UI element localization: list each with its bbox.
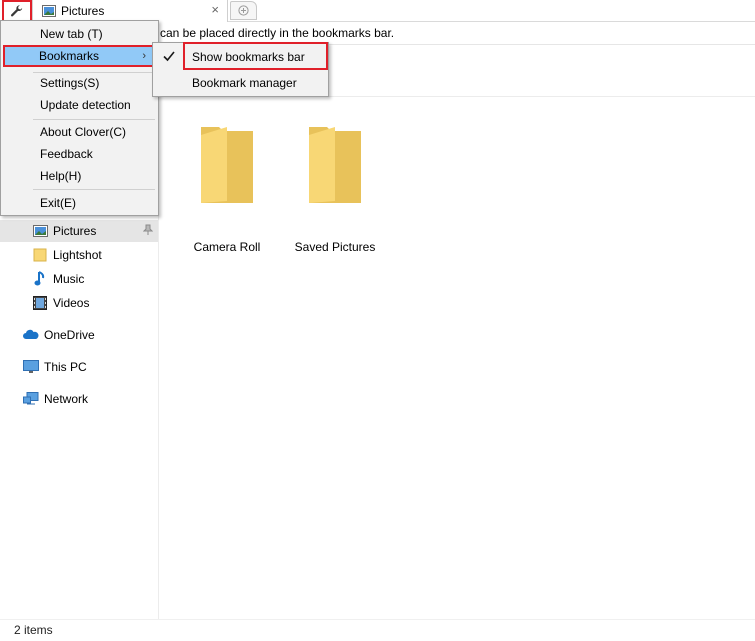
main-menu-button[interactable] [2,0,32,22]
bookmarks-hint-text: can be placed directly in the bookmarks … [160,26,395,40]
wrench-icon [10,5,23,17]
menu-item-about[interactable]: About Clover(C) [4,121,155,143]
nav-item-label: Lightshot [53,248,102,262]
submenu-arrow-icon: › [142,50,146,62]
menu-item-label: New tab (T) [40,27,103,41]
menu-separator [33,189,155,190]
submenu-item-label: Bookmark manager [192,76,297,90]
nav-item-pictures[interactable]: Pictures [0,220,158,242]
plus-circle-icon [238,5,249,16]
submenu-item-bookmark-manager[interactable]: Bookmark manager [155,72,327,94]
menu-item-update-detection[interactable]: Update detection [4,94,155,116]
folder-label: Camera Roll [193,240,261,254]
nav-item-label: Pictures [53,224,97,238]
menu-item-label: Update detection [40,98,131,112]
menu-item-label: Help(H) [40,169,82,183]
network-icon [23,391,39,407]
nav-item-music[interactable]: Music [32,268,84,290]
folder-item-saved-pictures[interactable]: Saved Pictures [280,125,390,260]
pictures-folder-icon [42,5,56,20]
menu-item-exit[interactable]: Exit(E) [4,192,155,214]
folder-icon [309,127,361,203]
nav-item-network[interactable]: Network [23,388,88,410]
pin-icon[interactable] [142,224,154,239]
tab-close-button[interactable]: × [211,2,219,17]
menu-item-label: Settings(S) [40,76,100,90]
nav-item-label: Music [53,272,85,286]
computer-icon [23,359,39,375]
menu-item-feedback[interactable]: Feedback [4,143,155,165]
nav-item-label: Network [44,392,89,406]
nav-item-videos[interactable]: Videos [32,292,89,314]
menu-item-settings[interactable]: Settings(S) [4,72,155,94]
folder-item-camera-roll[interactable]: Camera Roll [172,125,282,260]
nav-item-label: This PC [44,360,87,374]
new-tab-button[interactable] [230,1,257,20]
menu-item-help[interactable]: Help(H) [4,165,155,187]
pictures-folder-icon [32,223,48,239]
nav-item-this-pc[interactable]: This PC [23,356,87,378]
nav-item-label: Videos [53,296,90,310]
menu-item-bookmarks[interactable]: Bookmarks › [3,45,154,67]
folder-label: Saved Pictures [294,240,376,254]
highlight-frame [183,42,328,70]
videos-icon [32,295,48,311]
folder-icon [201,127,253,203]
music-icon [32,271,48,287]
cloud-icon [23,327,39,343]
folder-icon [32,247,48,263]
items-count: 2 items [14,623,53,637]
tab-title: Pictures [61,4,105,18]
status-bar: 2 items [0,619,755,641]
menu-item-label: Bookmarks [39,49,100,63]
nav-item-label: OneDrive [44,328,95,342]
menu-item-label: Exit(E) [40,196,76,210]
nav-item-lightshot[interactable]: Lightshot [32,244,102,266]
menu-item-label: About Clover(C) [40,125,127,139]
tab-bar: Pictures × [0,0,755,22]
explorer-window: Pictures × can be placed directly in the… [0,0,755,641]
tab-pictures[interactable]: Pictures × [32,0,228,22]
menu-item-label: Feedback [40,147,93,161]
menu-separator [33,119,155,120]
menu-item-new-tab[interactable]: New tab (T) [4,23,155,45]
nav-item-onedrive[interactable]: OneDrive [23,324,95,346]
main-menu: New tab (T) Bookmarks › Settings(S) Upda… [0,20,159,216]
checkmark-icon [162,49,178,65]
file-list: Camera Roll Saved Pictures [159,97,755,619]
